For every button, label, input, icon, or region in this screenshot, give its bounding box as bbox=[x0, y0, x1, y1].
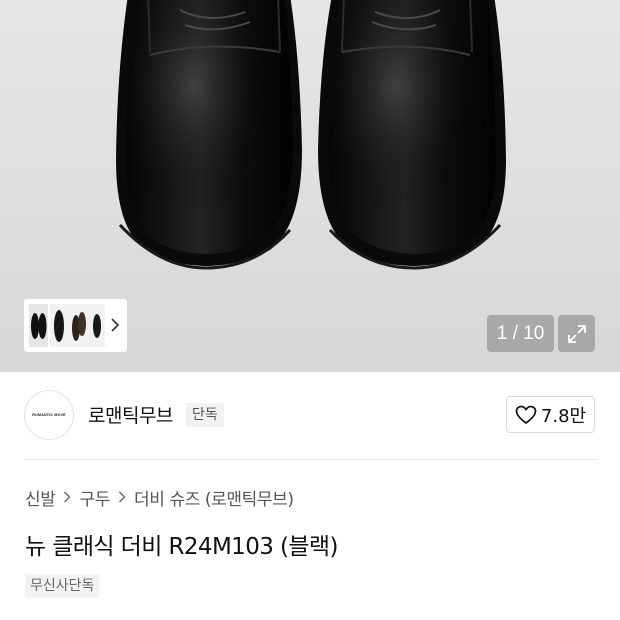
product-image-gallery[interactable]: 1 / 10 bbox=[0, 0, 620, 372]
right-shoe bbox=[318, 0, 506, 270]
breadcrumb: 신발 구두 더비 슈즈 (로맨틱무브) bbox=[25, 485, 294, 510]
chevron-right-icon bbox=[63, 491, 71, 503]
thumbnail-2[interactable] bbox=[50, 304, 69, 347]
left-shoe bbox=[116, 0, 302, 270]
expand-button[interactable] bbox=[558, 315, 595, 352]
brand-name[interactable]: 로맨틱무브 bbox=[88, 401, 173, 428]
breadcrumb-item[interactable]: 더비 슈즈 (로맨틱무브) bbox=[134, 485, 294, 510]
brand-logo[interactable]: ROMANTIC MOVE bbox=[24, 390, 74, 440]
thumbnail-strip[interactable] bbox=[24, 299, 127, 352]
musinsa-exclusive-badge: 무신사단독 bbox=[25, 574, 100, 598]
product-title: 뉴 클래식 더비 R24M103 (블랙) bbox=[25, 534, 338, 560]
breadcrumb-item[interactable]: 신발 bbox=[25, 485, 56, 510]
thumbnail-3[interactable] bbox=[69, 304, 88, 347]
thumbnail-4[interactable] bbox=[88, 304, 105, 347]
image-counter: 1 / 10 bbox=[487, 315, 554, 352]
expand-icon bbox=[567, 324, 586, 343]
brand-logo-text: ROMANTIC MOVE bbox=[32, 413, 66, 417]
like-count: 7.8만 bbox=[540, 405, 587, 427]
brand-exclusive-badge: 단독 bbox=[186, 403, 224, 427]
divider bbox=[24, 459, 596, 460]
heart-icon bbox=[515, 405, 537, 424]
brand-row: ROMANTIC MOVE 로맨틱무브 단독 7.8만 bbox=[0, 372, 620, 460]
thumbnail-1[interactable] bbox=[29, 304, 48, 347]
like-button[interactable]: 7.8만 bbox=[506, 396, 595, 433]
breadcrumb-item[interactable]: 구두 bbox=[79, 485, 110, 510]
chevron-right-icon bbox=[118, 491, 126, 503]
chevron-right-icon[interactable] bbox=[108, 312, 122, 338]
